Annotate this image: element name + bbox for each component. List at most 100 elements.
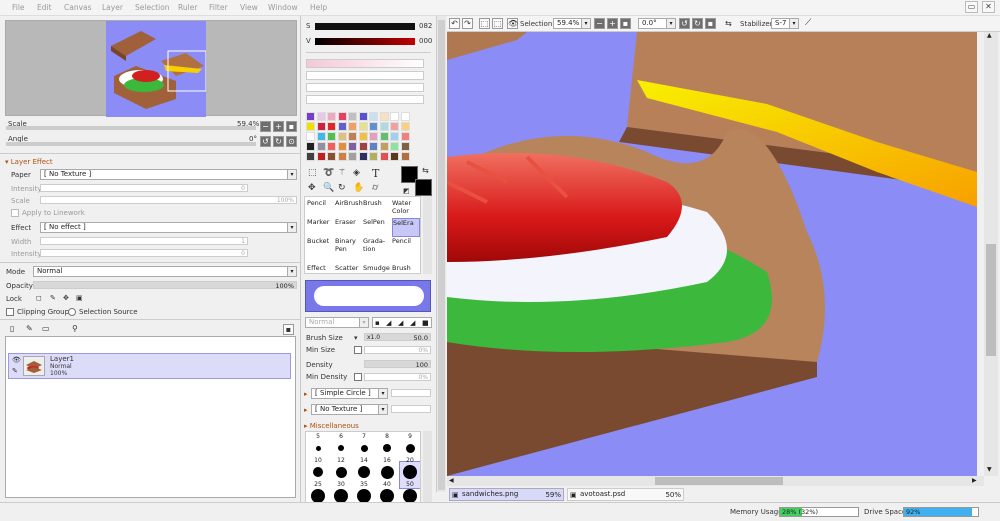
color-swatch[interactable]	[400, 142, 410, 151]
chevron-down-icon[interactable]: ▾	[354, 334, 358, 342]
brush-size-dot[interactable]	[358, 466, 370, 478]
stabilizer-dropdown[interactable]: S-7 ▾	[771, 18, 799, 29]
hand-icon[interactable]: ✋	[353, 183, 364, 193]
tool-scatter[interactable]: Scatter	[335, 264, 365, 274]
layer-filter-icon[interactable]: ⚲	[72, 324, 78, 333]
menu-ruler[interactable]: Ruler	[178, 3, 197, 12]
brush-size-dot[interactable]	[357, 489, 371, 502]
tab-avotoast[interactable]: ▣ avotoast.psd 50%	[567, 488, 684, 501]
color-swatch[interactable]	[327, 152, 336, 161]
brush-size-dot[interactable]	[403, 489, 417, 502]
close-window-button[interactable]: ✕	[982, 1, 995, 13]
navigator-preview[interactable]	[5, 20, 297, 117]
color-swatch[interactable]	[306, 132, 315, 141]
color-swatch[interactable]	[306, 142, 315, 151]
horizontal-scroll-thumb[interactable]	[655, 477, 783, 485]
shape-square-icon[interactable]: ▪	[375, 319, 380, 327]
density-slider[interactable]: 100	[364, 360, 431, 369]
color-swatch[interactable]	[327, 132, 336, 141]
intensity-slider[interactable]: 0	[40, 184, 248, 192]
swap-colors-icon[interactable]: ⇆	[422, 166, 429, 175]
rotate-right-button[interactable]: ↻	[692, 18, 703, 29]
brush-size-dot[interactable]	[313, 467, 323, 477]
color-swatch[interactable]	[316, 112, 326, 121]
tool-selpen[interactable]: SelPen	[363, 218, 393, 237]
color-swatch[interactable]	[348, 152, 357, 161]
tool-airbrush[interactable]: AirBrush	[335, 199, 365, 218]
color-mixer-row[interactable]	[306, 71, 424, 80]
min-density-slider[interactable]: 0%	[364, 373, 431, 381]
tool-gradation[interactable]: Grada- tion	[363, 237, 393, 256]
lock-paint-icon[interactable]: ✎	[50, 294, 56, 302]
deselect-button[interactable]: ⬚	[479, 18, 490, 29]
tool-watercolor[interactable]: Water Color	[392, 199, 420, 218]
scroll-up-icon[interactable]: ▲	[987, 32, 992, 39]
brush-size-dot[interactable]	[405, 443, 415, 453]
shape-round-icon[interactable]: ◢	[386, 319, 391, 327]
tool-grid-scrollbar[interactable]	[423, 196, 432, 274]
min-size-slider[interactable]: 0%	[364, 346, 431, 354]
restore-window-button[interactable]: ▭	[965, 1, 978, 13]
magic-wand-icon[interactable]: ⚚	[338, 168, 346, 178]
brush-texture-intensity[interactable]	[391, 405, 431, 413]
tool-effect[interactable]: Effect	[307, 264, 337, 274]
menu-file[interactable]: File	[12, 3, 25, 12]
lock-move-icon[interactable]: ✥	[63, 294, 69, 302]
lasso-icon[interactable]: ➰	[323, 168, 334, 178]
brush-size-dot[interactable]	[311, 489, 325, 502]
color-mixer-row[interactable]	[306, 59, 424, 68]
color-swatch[interactable]	[337, 132, 347, 141]
color-swatch[interactable]	[327, 122, 336, 131]
scroll-down-icon[interactable]: ▼	[987, 466, 992, 473]
brush-size-dot[interactable]	[380, 465, 394, 479]
selection-source-radio[interactable]	[68, 308, 76, 316]
color-swatch[interactable]	[358, 152, 368, 161]
brush-blend-dropdown[interactable]: Normal ▾	[305, 317, 369, 328]
zoom-reset-button[interactable]: ▪	[286, 121, 297, 132]
brush-size-dot[interactable]	[315, 445, 321, 451]
color-swatch[interactable]	[316, 152, 326, 161]
new-layer-icon[interactable]: ▯	[10, 324, 14, 333]
texture-scale-slider[interactable]: 100%	[40, 196, 297, 204]
apply-linework-checkbox[interactable]	[11, 209, 19, 217]
canvas[interactable]	[447, 32, 977, 476]
menu-canvas[interactable]: Canvas	[64, 3, 92, 12]
effect-dropdown[interactable]: [ No effect ] ▾	[40, 222, 297, 233]
eye-icon[interactable]: 👁	[12, 356, 21, 364]
brush-size-dot[interactable]	[380, 489, 394, 502]
color-swatch[interactable]	[348, 142, 357, 151]
color-swatch[interactable]	[369, 112, 378, 121]
lock-all-icon[interactable]: ▣	[76, 294, 83, 302]
new-folder-icon[interactable]: ▭	[42, 324, 50, 333]
color-swatch[interactable]	[327, 142, 336, 151]
shape-block-icon[interactable]: ■	[422, 319, 429, 327]
tool-bucket[interactable]: Bucket	[307, 237, 337, 256]
color-swatch[interactable]	[369, 122, 378, 131]
color-swatch[interactable]	[379, 132, 389, 141]
color-swatch[interactable]	[358, 132, 368, 141]
intensity2-slider[interactable]: 0	[40, 249, 248, 257]
brush-size-dot[interactable]	[335, 466, 347, 478]
color-swatch[interactable]	[337, 122, 347, 131]
brush-size-dot[interactable]	[403, 465, 417, 479]
zoom-out-button[interactable]: −	[594, 18, 605, 29]
chevron-right-icon[interactable]: ▸	[304, 390, 308, 398]
rotate-icon[interactable]: ↻	[338, 183, 346, 193]
min-density-checkbox[interactable]	[354, 373, 362, 381]
tool-eraser[interactable]: Eraser	[335, 218, 365, 237]
min-size-checkbox[interactable]	[354, 346, 362, 354]
color-swatch[interactable]	[390, 112, 399, 121]
move-icon[interactable]: ✥	[308, 183, 316, 193]
color-swatch[interactable]	[400, 122, 410, 131]
zoom-in-button[interactable]: +	[273, 121, 284, 132]
canvas-horizontal-scrollbar[interactable]: ◀ ▶	[447, 476, 984, 486]
blend-mode-dropdown[interactable]: Normal ▾	[33, 266, 297, 277]
tab-sandwiches[interactable]: ▣ sandwiches.png 59%	[449, 488, 564, 501]
zoom-in-button[interactable]: +	[607, 18, 618, 29]
angle-slider[interactable]	[6, 142, 256, 146]
color-swatch[interactable]	[337, 112, 347, 121]
panel-scrollbar-thumb[interactable]	[438, 20, 445, 490]
brush-size-slider[interactable]: x1.0 50.0	[364, 333, 431, 342]
color-swatch[interactable]	[400, 112, 410, 121]
brush-size-dot[interactable]	[338, 445, 344, 451]
